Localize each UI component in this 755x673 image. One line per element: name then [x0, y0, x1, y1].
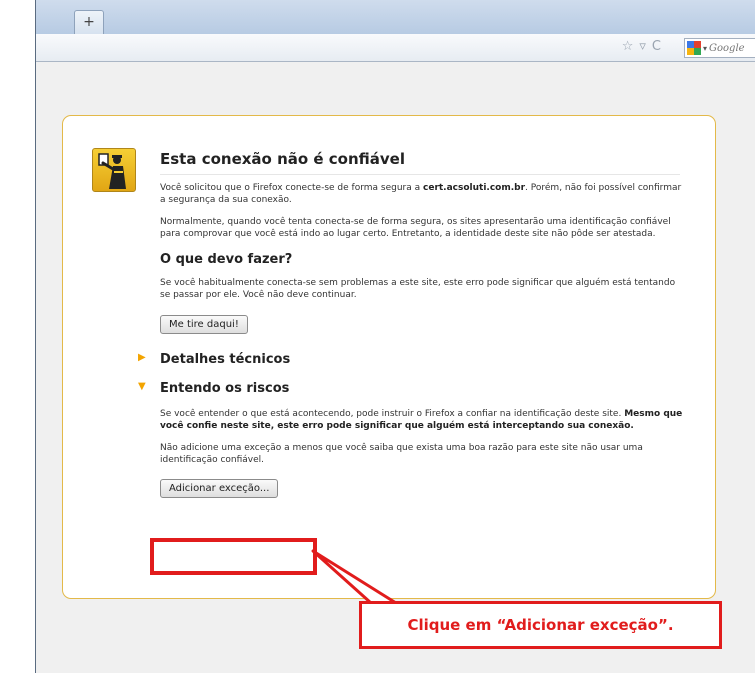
browser-window: + ☆ ▿ C ▾ Google Esta conexão não é conf… [35, 0, 755, 673]
dropdown-icon[interactable]: ▿ [639, 39, 646, 54]
google-logo-icon[interactable] [687, 41, 701, 55]
reload-icon[interactable]: C [652, 39, 661, 54]
understand-risks-label: Entendo os riscos [160, 381, 290, 396]
callout-text: Clique em “Adicionar exceção”. [407, 616, 674, 634]
intro-paragraph: Você solicitou que o Firefox conecte-se … [160, 182, 685, 206]
expanded-arrow-icon: ▼ [138, 381, 146, 392]
risks-paragraph: Se você entender o que está acontecendo,… [160, 408, 685, 432]
highlight-box [150, 538, 317, 575]
search-engine-dropdown-icon[interactable]: ▾ [703, 44, 707, 53]
what-to-do-heading: O que devo fazer? [160, 252, 293, 267]
urlbar-icons: ☆ ▿ C [622, 39, 661, 54]
callout-box: Clique em “Adicionar exceção”. [359, 601, 722, 649]
new-tab-button[interactable]: + [74, 10, 104, 34]
navigation-bar: ☆ ▿ C ▾ Google [36, 34, 755, 62]
page-content: Esta conexão não é confiável Você solici… [36, 63, 755, 673]
exception-note: Não adicione uma exceção a menos que voc… [160, 443, 643, 465]
technical-details-label: Detalhes técnicos [160, 352, 291, 367]
error-content: Esta conexão não é confiável Você solici… [138, 150, 700, 498]
collapsed-arrow-icon: ▶ [138, 352, 146, 363]
search-placeholder: Google [709, 42, 745, 54]
risks-text: Se você entender o que está acontecendo,… [160, 409, 622, 419]
explanation-paragraph: Normalmente, quando você tenta conecta-s… [160, 217, 671, 239]
add-exception-button[interactable]: Adicionar exceção... [160, 479, 279, 498]
understand-risks-expander[interactable]: ▼ Entendo os riscos [138, 381, 700, 396]
what-to-do-text: Se você habitualmente conecta-se sem pro… [160, 278, 676, 300]
host-name: cert.acsoluti.com.br [423, 183, 526, 193]
page-title: Esta conexão não é confiável [160, 150, 680, 175]
star-icon[interactable]: ☆ [622, 39, 634, 54]
get-me-out-button[interactable]: Me tire daqui! [160, 315, 248, 334]
warning-policeman-icon [92, 148, 136, 192]
technical-details-expander[interactable]: ▶ Detalhes técnicos [138, 352, 700, 367]
tab-bar: + [36, 0, 755, 34]
search-input[interactable]: ▾ Google [684, 38, 755, 58]
intro-text-pre: Você solicitou que o Firefox conecte-se … [160, 183, 423, 193]
error-card: Esta conexão não é confiável Você solici… [62, 115, 716, 599]
